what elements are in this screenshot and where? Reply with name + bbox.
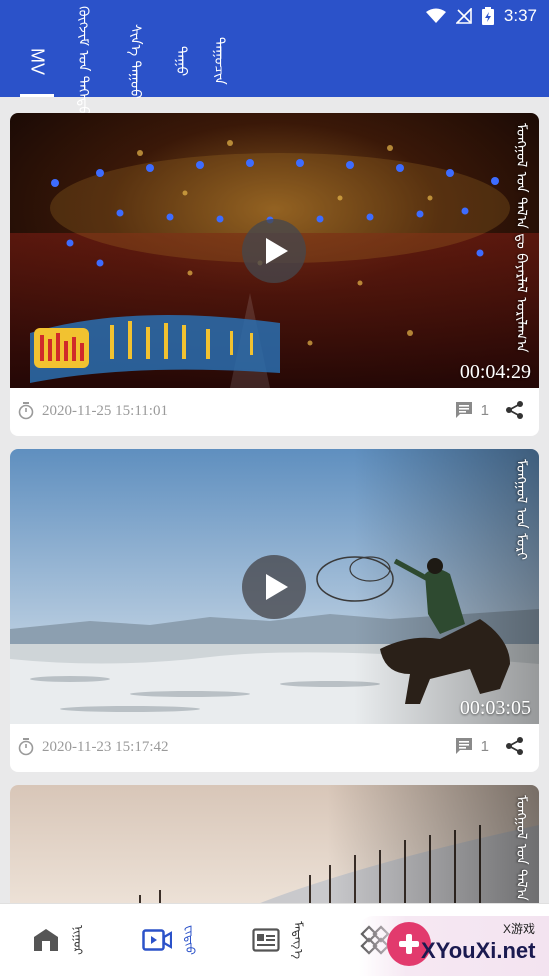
watermark-text: XYouXi.net bbox=[421, 938, 536, 963]
date-text: 2020-11-23 15:17:42 bbox=[42, 738, 169, 755]
status-bar: 3:37 bbox=[425, 4, 537, 28]
wifi-icon bbox=[425, 8, 446, 23]
tab-label: ᠰᠢᠨ᠎ᠡ ᠳᠠᠭᠤᠤ bbox=[127, 23, 143, 99]
video-icon bbox=[142, 929, 172, 951]
play-button[interactable] bbox=[242, 219, 306, 283]
video-duration: 00:03:05 bbox=[459, 697, 531, 719]
stopwatch-icon bbox=[18, 738, 34, 756]
video-thumbnail[interactable]: ᠮᠣᠩᠭᠣᠯ ᠤᠨ ᠲᠠᠯ᠎ᠠ ᠳᠤ ᠪᠠᠶᠠᠷᠯᠠᠯ ᠤᠷᠢᠯᠠᠭ᠎ᠠ 00:… bbox=[10, 113, 539, 388]
category-tabs: MV ᠬᠥᠭᠵᠢᠮ ᠤᠨ ᠳᠡᠭᠡᠳᠦ ᠰᠢᠨ᠎ᠡ ᠳᠠᠭᠤᠤ ᠳᠠᠭᠤ ᠳᠠᠭ… bbox=[0, 6, 300, 116]
date-text: 2020-11-25 15:11:01 bbox=[42, 402, 168, 419]
tab-label: ᠳᠠᠭᠤ bbox=[173, 45, 189, 77]
status-time: 3:37 bbox=[503, 6, 537, 25]
share-icon[interactable] bbox=[505, 736, 525, 756]
tab-4[interactable]: ᠳᠠᠭᠤ bbox=[164, 30, 198, 92]
video-thumbnail[interactable]: ᠮᠣᠩᠭᠣᠯ ᠤᠨ ᠮᠣᠷᠢ 00:03:05 bbox=[10, 449, 539, 724]
video-title: ᠮᠣᠩᠭᠣᠯ ᠤᠨ ᠲᠠᠯ᠎ᠠ ᠳᠤ ᠪᠠᠶᠠᠷᠯᠠᠯ ᠤᠷᠢᠯᠠᠭ᠎ᠠ bbox=[513, 123, 529, 353]
no-signal-icon bbox=[455, 8, 472, 24]
tab-mv[interactable]: MV bbox=[20, 30, 54, 92]
video-title: ᠮᠣᠩᠭᠣᠯ ᠤᠨ ᠮᠣᠷᠢ bbox=[513, 459, 529, 561]
video-duration: 00:04:29 bbox=[459, 361, 531, 383]
comment-count: 1 bbox=[480, 401, 489, 419]
play-button[interactable] bbox=[242, 555, 306, 619]
tab-label: ᠬᠥᠭᠵᠢᠮ ᠤᠨ ᠳᠡᠭᠡᠳᠦ bbox=[75, 6, 91, 116]
comment-count: 1 bbox=[480, 737, 489, 755]
nav-video[interactable]: ᠸᠢᠳᠢᠣ bbox=[142, 916, 201, 964]
watermark-small-text: X游戏 bbox=[502, 922, 535, 936]
nav-label: ᠮᠡᠳᠡᠭ᠎ᠡ bbox=[291, 921, 305, 959]
nav-home[interactable]: ᠨᠢᠭᠤᠷ bbox=[32, 916, 89, 964]
active-tab-indicator bbox=[20, 94, 54, 97]
publish-date: 2020-11-23 15:17:42 bbox=[18, 738, 169, 756]
tab-3[interactable]: ᠰᠢᠨ᠎ᠡ ᠳᠠᠭᠤᠤ bbox=[118, 24, 152, 99]
tab-5[interactable]: ᠳᠠᠭᠤᠴᠢᠨ bbox=[202, 30, 236, 92]
watermark-logo: X游戏 XYouXi.net bbox=[359, 916, 549, 976]
play-icon bbox=[265, 238, 288, 264]
app-header: 3:37 MV ᠬᠥᠭᠵᠢᠮ ᠤᠨ ᠳᠡᠭᠡᠳᠦ ᠰᠢᠨ᠎ᠡ ᠳᠠᠭᠤᠤ ᠳᠠᠭ… bbox=[0, 0, 549, 116]
play-icon bbox=[265, 574, 288, 600]
share-icon[interactable] bbox=[505, 400, 525, 420]
card-footer: 2020-11-25 15:11:01 1 bbox=[10, 388, 539, 436]
nav-label: ᠸᠢᠳᠢᠣ bbox=[183, 925, 197, 955]
card-actions: 1 bbox=[455, 400, 525, 420]
nav-news[interactable]: ᠮᠡᠳᠡᠭ᠎ᠡ bbox=[252, 916, 309, 964]
card-footer: 2020-11-23 15:17:42 1 bbox=[10, 724, 539, 772]
tab-2[interactable]: ᠬᠥᠭᠵᠢᠮ ᠤᠨ ᠳᠡᠭᠡᠳᠦ bbox=[66, 6, 100, 116]
battery-icon bbox=[481, 7, 494, 25]
news-icon bbox=[252, 928, 280, 952]
comment-icon[interactable] bbox=[455, 737, 473, 755]
card-actions: 1 bbox=[455, 736, 525, 756]
video-card[interactable]: ᠮᠣᠩᠭᠣᠯ ᠤᠨ ᠲᠠᠯ᠎ᠠ ᠳᠤ ᠪᠠᠶᠠᠷᠯᠠᠯ ᠤᠷᠢᠯᠠᠭ᠎ᠠ 00:… bbox=[10, 113, 539, 436]
nav-label: ᠨᠢᠭᠤᠷ bbox=[71, 925, 85, 955]
video-title: ᠮᠣᠩᠭᠣᠯ ᠤᠨ ᠲᠠᠯ᠎ᠠ bbox=[513, 795, 529, 901]
video-card[interactable]: ᠮᠣᠩᠭᠣᠯ ᠤᠨ ᠮᠣᠷᠢ 00:03:05 2020-11-23 15:17… bbox=[10, 449, 539, 772]
publish-date: 2020-11-25 15:11:01 bbox=[18, 402, 168, 420]
stopwatch-icon bbox=[18, 402, 34, 420]
home-icon bbox=[34, 929, 58, 951]
tab-label: ᠳᠠᠭᠤᠴᠢᠨ bbox=[211, 37, 227, 85]
comment-icon[interactable] bbox=[455, 401, 473, 419]
tab-label: MV bbox=[27, 47, 48, 75]
